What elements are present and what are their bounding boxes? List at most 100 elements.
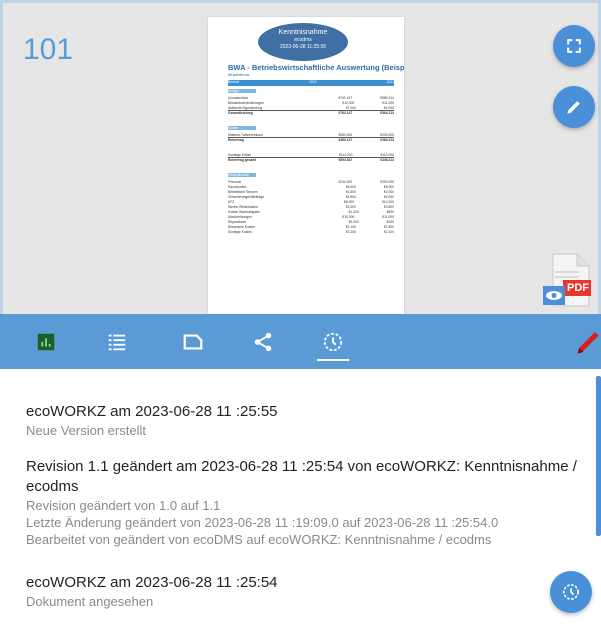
table-cell-value: €10.000 (342, 215, 355, 219)
table-cell-label: Gesamtleistung (228, 111, 253, 115)
table-header-col2: 2021 (386, 80, 394, 84)
tab-share[interactable] (243, 314, 283, 369)
table-header-label: Bereich (228, 80, 240, 84)
document-thumbnail[interactable]: Kenntnisnahme ecodms 2023-06-28 11:25:56… (208, 17, 404, 317)
table-section-row: Kosten (228, 126, 256, 130)
table-section-row: Gesamtkosten (228, 173, 256, 177)
table-cell-value: €446.214 (380, 158, 394, 162)
pencil-icon (567, 101, 580, 114)
table-cell-label: Rohertrag (228, 138, 244, 142)
table-cell-label: Erträge (228, 89, 239, 93)
edit-button[interactable] (553, 86, 595, 128)
document-title: BWA - Betriebswirtschaftliche Auswertung… (228, 63, 404, 72)
table-row: KFZ €8.200 €10.200 (228, 200, 394, 204)
table-cell-label: KFZ (228, 200, 235, 204)
table-cell-label: Kosten (228, 126, 239, 130)
table-row: Umsatzerlöse €741.147 €580.214 (228, 96, 394, 100)
history-list: ecoWORKZ am 2023-06-28 11 :25:55 Neue Ve… (0, 369, 601, 628)
document-number: 101 (23, 33, 74, 66)
table-row: Bestandsveränderungen €12.000 €11.000 (228, 101, 394, 105)
history-entry: Revision 1.1 geändert am 2023-06-28 11 :… (26, 457, 596, 548)
table-header-row: Bereich 2022 2021 (228, 80, 394, 86)
tab-history[interactable] (313, 314, 353, 369)
table-row: Kosten Warenabgabe €1.200 €800 (228, 210, 394, 214)
table-row: Gesamtleistung €760.147 €594.214 (228, 111, 394, 115)
table-cell-value: €800 (386, 210, 394, 214)
stamp-line-1: Kenntnisnahme (278, 29, 328, 36)
stamp-line-3: 2023-06-28 11:25:56 (279, 44, 327, 50)
history-entry-detail: Bearbeitet von geändert von ecoDMS auf e… (26, 532, 492, 547)
document-subtitle: Musterfirma (228, 72, 250, 77)
table-row: Rohertrag gesamt €594.347 €446.214 (228, 158, 394, 162)
document-toolbar (0, 314, 601, 369)
kenntnisnahme-stamp: Kenntnisnahme ecodms 2023-06-28 11:25:56 (258, 23, 348, 61)
table-cell-label: Kosten Warenabgabe (228, 210, 260, 214)
stamp-line-2: ecodms (294, 37, 312, 43)
table-cell-label: Bestandsveränderungen (228, 101, 264, 105)
table-cell-value: €11.000 (382, 101, 394, 105)
pdf-view-button[interactable]: PDF (541, 253, 593, 308)
share-icon (254, 332, 272, 351)
table-cell-value: €2.100 (345, 225, 356, 229)
pdf-badge-label: PDF (567, 282, 589, 294)
stats-icon (37, 333, 55, 350)
history-entry-detail: Dokument angesehen (26, 594, 154, 609)
table-row: Reparaturen €3.000 €200 (228, 220, 394, 224)
table-row: Werbe-/Reisekosten €2.000 €3.800 (228, 205, 394, 209)
table-cell-value: €2.000 (345, 205, 356, 209)
table-cell-label: Personal (228, 180, 242, 184)
table-cell-value: €4.500 (345, 195, 356, 199)
history-entry: ecoWORKZ am 2023-06-28 11 :25:55 Neue Ve… (26, 402, 596, 439)
table-cell-value: €480.147 (338, 138, 353, 142)
annotate-button[interactable] (568, 314, 601, 369)
history-entry-detail: Revision geändert von 1.0 auf 1.1 (26, 498, 221, 513)
table-cell-label: Betriebliche Steuern (228, 190, 258, 194)
tab-statistics[interactable] (26, 314, 66, 369)
table-cell-value: €230.000 (338, 180, 353, 184)
history-entry-title: ecoWORKZ am 2023-06-28 11 :25:55 (26, 403, 278, 420)
table-cell-label: Raumkosten (228, 185, 247, 189)
history-entry-detail: Neue Version erstellt (26, 423, 146, 438)
document-preview: 101 Kenntnisnahme ecodms 2023-06-28 11:2… (0, 0, 601, 317)
table-cell-label: Versicherungen/Beiträge (228, 195, 265, 199)
table-cell-label: Umsatzerlöse (228, 96, 249, 100)
table-cell-value: €580.214 (380, 96, 394, 100)
table-cell-value: €200.000 (380, 180, 394, 184)
fullscreen-button[interactable] (553, 25, 595, 67)
table-cell-value: €3.100 (345, 230, 356, 234)
fullscreen-icon (567, 39, 581, 53)
table-cell-value: €1.500 (345, 190, 356, 194)
table-row: Rohertrag €480.147 €364.214 (228, 138, 394, 142)
table-cell-value: €2.000 (383, 190, 394, 194)
history-fab-button[interactable] (550, 571, 592, 613)
history-icon (323, 332, 343, 351)
table-row: Personal €230.000 €200.000 (228, 180, 394, 184)
table-cell-value: €4.000 (383, 195, 394, 199)
table-row: Betriebliche Steuern €1.500 €2.000 (228, 190, 394, 194)
table-cell-label: Gesamtkosten (228, 173, 250, 177)
history-entry-title: Revision 1.1 geändert am 2023-06-28 11 :… (26, 458, 577, 495)
tab-label[interactable] (173, 314, 213, 369)
tab-list[interactable] (97, 314, 137, 369)
pen-icon (577, 331, 599, 354)
table-cell-value: €200 (386, 220, 394, 224)
table-row: Raumkosten €6.000 €6.000 (228, 185, 394, 189)
table-cell-label: Sonstige Kosten (228, 230, 253, 234)
table-row: Sonstige Kosten €3.100 €2.100 (228, 230, 394, 234)
table-cell-value: €6.000 (345, 185, 356, 189)
history-entry-title: ecoWORKZ am 2023-06-28 11 :25:54 (26, 574, 278, 591)
table-cell-value: €11.000 (382, 215, 394, 219)
scrollbar[interactable] (596, 376, 601, 536)
table-cell-value: €741.147 (338, 96, 353, 100)
table-cell-value: €3.000 (348, 220, 359, 224)
pdf-file-icon (543, 253, 591, 307)
table-cell-value: €2.100 (383, 230, 394, 234)
table-cell-value: €1.800 (383, 225, 394, 229)
table-row: Besondere Kosten €2.100 €1.800 (228, 225, 394, 229)
list-icon (108, 334, 126, 350)
table-cell-value: €8.200 (343, 200, 355, 204)
table-cell-value: €6.000 (383, 185, 394, 189)
table-header-col1: 2022 (309, 80, 317, 84)
table-cell-value: €10.200 (382, 200, 394, 204)
table-cell-value: €760.147 (338, 111, 353, 115)
